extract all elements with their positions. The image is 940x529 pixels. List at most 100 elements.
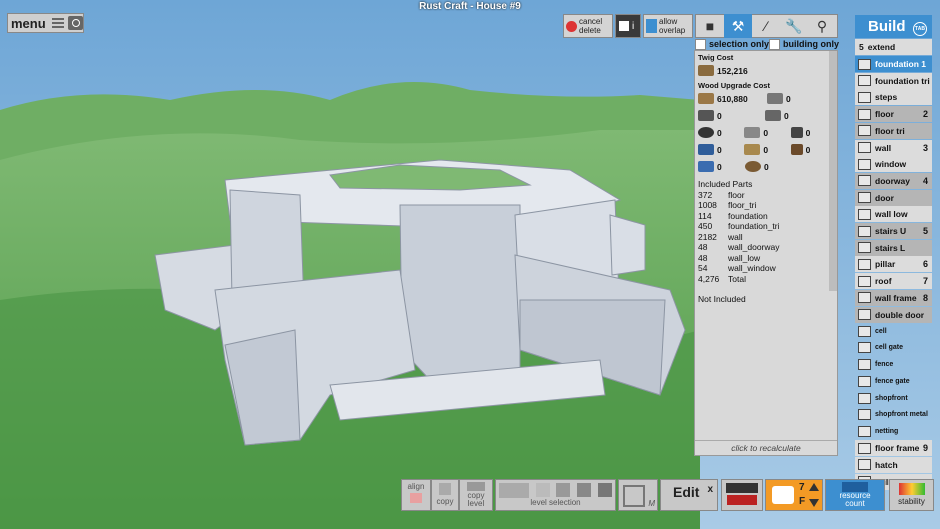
build-item[interactable]: pillar 6 <box>855 256 932 273</box>
build-part-icon <box>858 392 871 404</box>
build-item-label: netting <box>875 427 899 435</box>
build-part-icon <box>858 442 871 454</box>
menu-button[interactable]: menu <box>7 13 84 33</box>
color-swatch[interactable] <box>726 483 758 493</box>
hqm-icon <box>765 110 781 121</box>
move-button[interactable]: M <box>618 479 658 511</box>
build-item-label: shopfront metal <box>875 411 928 419</box>
cost-panel: Twig Cost 152,216 Wood Upgrade Cost 610,… <box>694 50 838 456</box>
copy-level-label: copy level <box>467 491 485 508</box>
scrollbar[interactable] <box>829 51 837 291</box>
build-item-label: wall <box>875 142 892 153</box>
build-item[interactable]: shopfront metal <box>855 407 932 423</box>
build-part-icon <box>858 325 871 337</box>
build-part-icon <box>858 292 871 304</box>
resource-count-button[interactable]: resource count <box>825 479 885 511</box>
knife-icon[interactable]: ∕ <box>752 14 780 38</box>
not-included-heading: Not Included <box>698 294 746 304</box>
build-item[interactable]: hatch <box>855 456 932 473</box>
checkbox-box[interactable] <box>769 38 780 50</box>
build-item[interactable]: floor tri <box>855 122 932 139</box>
build-part-icon <box>858 142 871 153</box>
cube-solid-icon[interactable] <box>577 483 592 497</box>
allow-overlap-button[interactable]: allow overlap <box>643 14 693 38</box>
build-item[interactable]: double door <box>855 306 932 323</box>
cube-half-icon[interactable] <box>556 483 571 497</box>
build-part-icon <box>858 309 871 320</box>
build-item[interactable]: wall low <box>855 206 932 223</box>
build-item[interactable]: doorway 4 <box>855 172 932 189</box>
build-item[interactable]: netting <box>855 423 932 439</box>
wrench-alt-icon[interactable]: ⚲ <box>808 14 836 38</box>
cube-icon[interactable]: ■ <box>696 14 724 38</box>
hammer-icon[interactable]: ⚒ <box>724 14 752 38</box>
build-item[interactable]: floor 2 <box>855 106 932 123</box>
part-total-row: 4,276 Total <box>698 274 837 285</box>
camera-icon[interactable] <box>68 16 83 30</box>
window-title: Rust Craft - House #9 <box>419 1 521 12</box>
level-stack-icon[interactable] <box>499 483 530 498</box>
build-header[interactable]: Build TAB <box>855 15 932 38</box>
build-part-icon <box>858 409 871 421</box>
build-part-icon <box>858 258 871 270</box>
align-button[interactable]: align <box>401 479 431 511</box>
cancel-icon <box>566 20 577 32</box>
selection-only-checkbox[interactable]: selection only <box>695 38 769 50</box>
build-item[interactable]: cell <box>855 323 932 339</box>
part-row: 1008 floor_tri <box>698 200 837 211</box>
build-item[interactable]: roof 7 <box>855 273 932 290</box>
build-item[interactable]: fence <box>855 357 932 373</box>
rope-coil-icon <box>745 161 761 172</box>
cube-edit-icon[interactable] <box>597 483 612 497</box>
build-item[interactable]: floor frame 9 <box>855 440 932 457</box>
cancel-delete-button[interactable]: cancel delete <box>563 14 613 38</box>
build-item-hotkey: 8 <box>922 292 928 303</box>
build-item-label: window <box>875 159 907 170</box>
copy-button[interactable]: copy <box>431 479 459 511</box>
build-item[interactable]: steps <box>855 89 932 106</box>
part-row: 2182 wall <box>698 232 837 243</box>
checkbox-box[interactable] <box>695 38 706 50</box>
part-count: 4,276 <box>698 273 720 284</box>
building-only-checkbox[interactable]: building only <box>769 38 839 50</box>
level-up-icon[interactable] <box>809 483 819 491</box>
build-item[interactable]: window <box>855 156 932 173</box>
extend-number: 5 <box>859 42 864 52</box>
align-label: align <box>407 482 425 491</box>
build-title: Build <box>868 18 906 35</box>
build-item[interactable]: fence gate <box>855 373 932 389</box>
cloth-icon <box>698 161 714 172</box>
level-selection[interactable]: level selection <box>495 479 616 511</box>
part-name: floor_tri <box>728 200 757 210</box>
build-item[interactable]: stairs L <box>855 239 932 256</box>
build-item[interactable]: shopfront <box>855 390 932 406</box>
cloth-value: 0 <box>717 161 722 172</box>
cube-outline-icon[interactable] <box>535 483 550 497</box>
build-item[interactable]: cell gate <box>855 340 932 356</box>
stability-button[interactable]: stability <box>889 479 934 511</box>
included-heading: Included Parts <box>698 179 753 189</box>
stone-icon <box>767 93 783 104</box>
build-item[interactable]: door <box>855 189 932 206</box>
build-item[interactable]: stairs U 5 <box>855 223 932 239</box>
build-part-icon <box>858 58 871 70</box>
info-toggle[interactable]: i <box>615 14 641 38</box>
building-only-label: building only <box>783 39 839 49</box>
recalculate-button[interactable]: click to recalculate <box>695 440 837 453</box>
build-item[interactable]: foundation tri <box>855 72 932 89</box>
paint-tools[interactable] <box>721 479 763 511</box>
build-item[interactable]: wall frame 8 <box>855 289 932 306</box>
build-item[interactable]: wall 3 <box>855 139 932 156</box>
build-part-icon <box>858 459 871 471</box>
level-down-icon[interactable] <box>809 499 819 507</box>
eye-icon[interactable] <box>772 486 794 504</box>
part-name: Total <box>728 273 746 284</box>
level-visibility[interactable]: 7 F <box>765 479 823 511</box>
part-name: foundation <box>728 210 768 221</box>
edit-close[interactable]: x <box>707 484 713 495</box>
build-item[interactable]: foundation 1 <box>855 56 932 72</box>
wrench-icon[interactable]: 🔧 <box>780 14 808 38</box>
copy-level-button[interactable]: copy level <box>459 479 493 511</box>
edit-button[interactable]: Edit x <box>660 479 718 511</box>
extend-button[interactable]: 5 extend <box>855 39 932 55</box>
